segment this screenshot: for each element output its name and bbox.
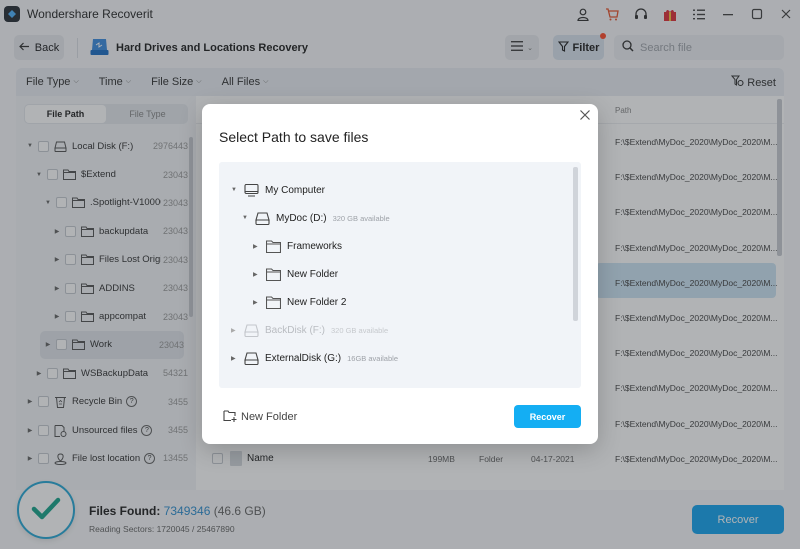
caret-right-icon[interactable]: ▶ [253, 243, 263, 250]
destination-label: New Folder [287, 268, 339, 280]
app-window: Wondershare Recoverit Back Hard Drives a… [0, 0, 800, 549]
dialog-close-button[interactable] [578, 109, 592, 123]
folder-icon [265, 295, 282, 309]
destination-tree-item[interactable]: ▶ New Folder 2 [253, 292, 346, 312]
close-icon [580, 110, 590, 120]
destination-label: Frameworks [287, 240, 343, 252]
destination-label: New Folder 2 [287, 296, 347, 308]
computer-icon [244, 183, 259, 197]
destination-tree-item: ▶ BackDisk (F:) 320 GB available [231, 320, 388, 340]
drive-icon [244, 351, 259, 365]
destination-tree-item[interactable]: ▼ My Computer [231, 180, 325, 200]
caret-right-icon[interactable]: ▶ [253, 299, 263, 306]
save-path-dialog: Select Path to save files ▼ My Computer ▼ M… [202, 104, 598, 444]
destination-label: My Computer [265, 184, 326, 196]
new-folder-icon [223, 409, 237, 425]
caret-down-icon[interactable]: ▼ [231, 187, 241, 193]
available-space: 320 GB available [331, 325, 389, 335]
caret-right-icon: ▶ [231, 327, 236, 334]
dialog-recover-button[interactable]: Recover [514, 405, 581, 428]
drive-icon [255, 211, 270, 225]
caret-right-icon[interactable]: ▶ [253, 271, 263, 278]
new-folder-button[interactable]: New Folder [223, 409, 297, 425]
destination-tree-item[interactable]: ▶ ExternalDisk (G:) 16GB available [231, 348, 398, 368]
drive-icon [244, 323, 259, 337]
destination-label: BackDisk (F:) [265, 324, 325, 336]
available-space: 16GB available [347, 353, 398, 363]
dialog-title: Select Path to save files [219, 129, 369, 145]
destination-tree-item[interactable]: ▶ New Folder [253, 264, 338, 284]
caret-down-icon[interactable]: ▼ [242, 215, 252, 221]
destination-tree-item[interactable]: ▼ MyDoc (D:) 320 GB available [242, 208, 390, 228]
available-space: 320 GB available [332, 213, 390, 223]
folder-icon [265, 239, 282, 253]
destination-label: ExternalDisk (G:) [265, 352, 342, 364]
new-folder-label: New Folder [241, 411, 298, 423]
destination-tree-item[interactable]: ▶ Frameworks [253, 236, 342, 256]
folder-icon [265, 267, 282, 281]
caret-right-icon[interactable]: ▶ [231, 355, 241, 362]
destination-tree: ▼ My Computer ▼ MyDoc (D:) 320 GB available ▶… [219, 162, 581, 388]
destination-label: MyDoc (D:) [276, 212, 327, 224]
tree-scrollbar[interactable] [573, 167, 578, 321]
